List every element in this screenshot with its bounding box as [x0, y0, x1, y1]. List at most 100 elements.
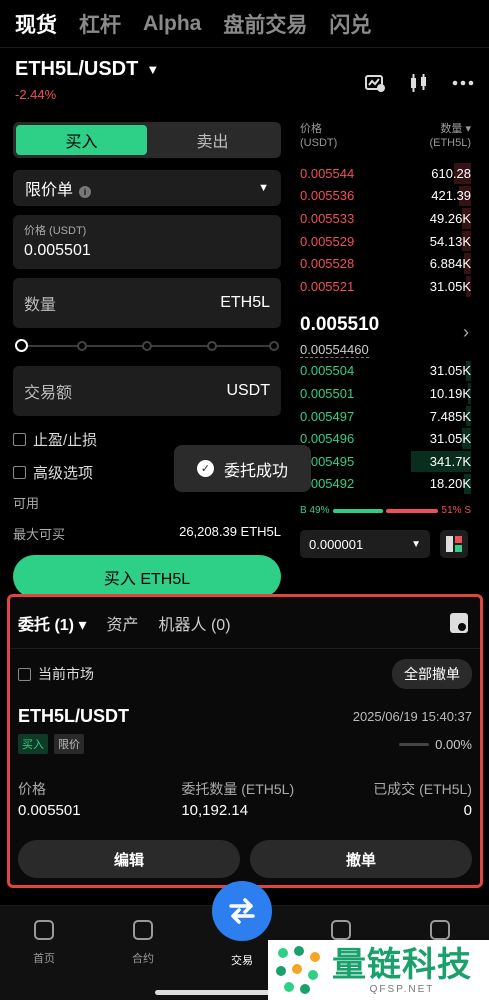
order-symbol: ETH5L/USDT — [18, 706, 130, 726]
amount-field[interactable]: 交易额 USDT — [13, 366, 281, 416]
order-card: ETH5L/USDT 2025/06/19 15:40:37 买入 限价 0.0… — [10, 706, 480, 878]
slider-stop-100[interactable] — [269, 341, 279, 351]
ask-price: 0.005533 — [300, 210, 355, 226]
nav-futures-label: 合约 — [132, 953, 154, 965]
trade-form: 买入 卖出 限价单 i ▼ 价格 (USDT) 0.005501 数量 ETH5L… — [13, 122, 281, 598]
nav-trade[interactable]: 交易 — [212, 952, 272, 968]
ask-qty: 49.26K — [429, 210, 471, 226]
quantity-placeholder: 数量 — [24, 297, 57, 314]
cancel-all-button[interactable]: 全部撤单 — [392, 659, 472, 689]
tab-open-orders[interactable]: 委托 (1) ▾ — [18, 611, 87, 635]
ask-row[interactable]: 0.005529 54.13K — [300, 230, 471, 253]
bid-row[interactable]: 0.005497 7.485K — [300, 405, 471, 428]
orders-tabs: 委托 (1) ▾ 资产 机器人 (0) — [10, 597, 480, 649]
last-price-block[interactable]: 0.005510 0.00554460 › — [300, 298, 471, 360]
trade-swap-button[interactable] — [212, 881, 272, 941]
cancel-order-button[interactable]: 撤单 — [250, 840, 472, 878]
checkbox-icon — [18, 667, 31, 681]
bid-row[interactable]: 0.005495 341.7K — [300, 450, 471, 473]
quantity-field[interactable]: 数量 ETH5L — [13, 278, 281, 328]
bid-qty: 341.7K — [429, 453, 471, 469]
price-header-unit: (USDT) — [300, 137, 338, 149]
bid-row[interactable]: 0.005496 31.05K — [300, 427, 471, 450]
caret-down-icon: ▼ — [411, 538, 421, 550]
pair-symbol: ETH5L/USDT — [15, 58, 139, 80]
wallet-icon — [430, 920, 450, 940]
order-book: 价格 (USDT) 数量 ▾ (ETH5L) 0.005544 610.28 0.0… — [300, 122, 471, 559]
bid-qty: 7.485K — [429, 408, 471, 424]
chart-settings-icon[interactable] — [364, 72, 386, 94]
bid-row[interactable]: 0.005492 18.20K — [300, 473, 471, 496]
fill-progress-bar — [399, 742, 430, 746]
mark-price: 0.00554460 — [300, 341, 369, 358]
amount-unit: USDT — [226, 382, 270, 399]
tpsl-label: 止盈/止损 — [33, 432, 98, 449]
order-filled-label: 已成交 (ETH5L) — [373, 781, 472, 797]
tab-swap[interactable]: 闪兑 — [329, 9, 371, 39]
market-tabs: 现货 杠杆 Alpha 盘前交易 闪兑 — [0, 0, 489, 48]
qty-header[interactable]: 数量 ▾ — [429, 122, 471, 136]
orders-panel: 委托 (1) ▾ 资产 机器人 (0) 当前市场 全部撤单 ETH5L/USDT… — [7, 594, 483, 888]
order-filled-value: 0 — [463, 802, 472, 819]
slider-stop-50[interactable] — [142, 341, 152, 351]
bid-row[interactable]: 0.005504 31.05K — [300, 360, 471, 383]
max-buy-label: 最大可买 — [13, 527, 66, 542]
order-qty-value: 10,192.14 — [181, 802, 249, 819]
buy-tab[interactable]: 买入 — [16, 125, 147, 155]
order-history-icon[interactable] — [450, 612, 468, 633]
watermark-en: QFSP.NET — [369, 983, 435, 995]
ask-row[interactable]: 0.005521 31.05K — [300, 275, 471, 298]
nav-home[interactable]: 首页 — [14, 920, 74, 966]
checkbox-icon — [13, 466, 26, 479]
price-field-value[interactable]: 0.005501 — [24, 242, 270, 260]
amount-slider[interactable] — [13, 338, 281, 354]
current-market-checkbox[interactable]: 当前市场 — [18, 664, 94, 684]
edit-order-button[interactable]: 编辑 — [18, 840, 240, 878]
order-type-select[interactable]: 限价单 i ▼ — [13, 170, 281, 206]
price-field-label: 价格 (USDT) — [24, 225, 87, 237]
ask-row[interactable]: 0.005544 610.28 — [300, 162, 471, 185]
bid-qty: 18.20K — [429, 476, 471, 492]
buy-ratio-fill — [333, 508, 383, 513]
tab-bots[interactable]: 机器人 (0) — [159, 611, 231, 635]
watermark-cn: 量链科技 — [332, 945, 472, 984]
precision-select[interactable]: 0.000001 ▼ — [300, 530, 430, 559]
side-switch: 买入 卖出 — [13, 122, 281, 158]
nav-futures[interactable]: 合约 — [113, 920, 173, 966]
more-icon[interactable] — [452, 72, 474, 94]
bid-qty: 31.05K — [429, 363, 471, 379]
slider-stop-25[interactable] — [77, 341, 87, 351]
ask-row[interactable]: 0.005536 421.39 — [300, 185, 471, 208]
bid-price: 0.005496 — [300, 431, 355, 447]
ask-qty: 54.13K — [429, 233, 471, 249]
book-layout-icon[interactable] — [440, 530, 468, 559]
bid-row[interactable]: 0.005501 10.19K — [300, 382, 471, 405]
slider-stop-75[interactable] — [207, 341, 217, 351]
sell-tab[interactable]: 卖出 — [147, 125, 278, 155]
tab-margin[interactable]: 杠杆 — [79, 9, 121, 39]
tab-spot[interactable]: 现货 — [15, 9, 57, 39]
tab-premarket[interactable]: 盘前交易 — [223, 9, 307, 39]
quantity-unit: ETH5L — [220, 294, 270, 311]
ask-qty: 31.05K — [429, 278, 471, 294]
max-buy-value: 26,208.39 ETH5L — [179, 524, 281, 539]
orders-filter: 当前市场 全部撤单 — [10, 649, 480, 699]
ask-qty: 421.39 — [431, 188, 471, 204]
info-icon[interactable]: i — [79, 186, 92, 198]
candlestick-icon[interactable] — [408, 72, 430, 94]
order-price-value: 0.005501 — [18, 802, 81, 819]
current-market-label: 当前市场 — [38, 666, 94, 682]
price-field[interactable]: 价格 (USDT) 0.005501 — [13, 215, 281, 269]
watermark-logo-icon — [274, 944, 326, 996]
fill-progress: 0.00% — [399, 737, 472, 752]
ask-price: 0.005536 — [300, 188, 355, 204]
buy-submit-button[interactable]: 买入 ETH5L — [13, 555, 281, 598]
ask-row[interactable]: 0.005533 49.26K — [300, 207, 471, 230]
order-price-label: 价格 — [18, 781, 46, 797]
ask-row[interactable]: 0.005528 6.884K — [300, 252, 471, 275]
max-buy-row: 最大可买 26,208.39 ETH5L — [13, 524, 281, 543]
tab-alpha[interactable]: Alpha — [143, 12, 201, 36]
slider-handle[interactable] — [15, 339, 28, 352]
tab-assets[interactable]: 资产 — [107, 611, 139, 635]
bid-qty: 10.19K — [429, 385, 471, 401]
